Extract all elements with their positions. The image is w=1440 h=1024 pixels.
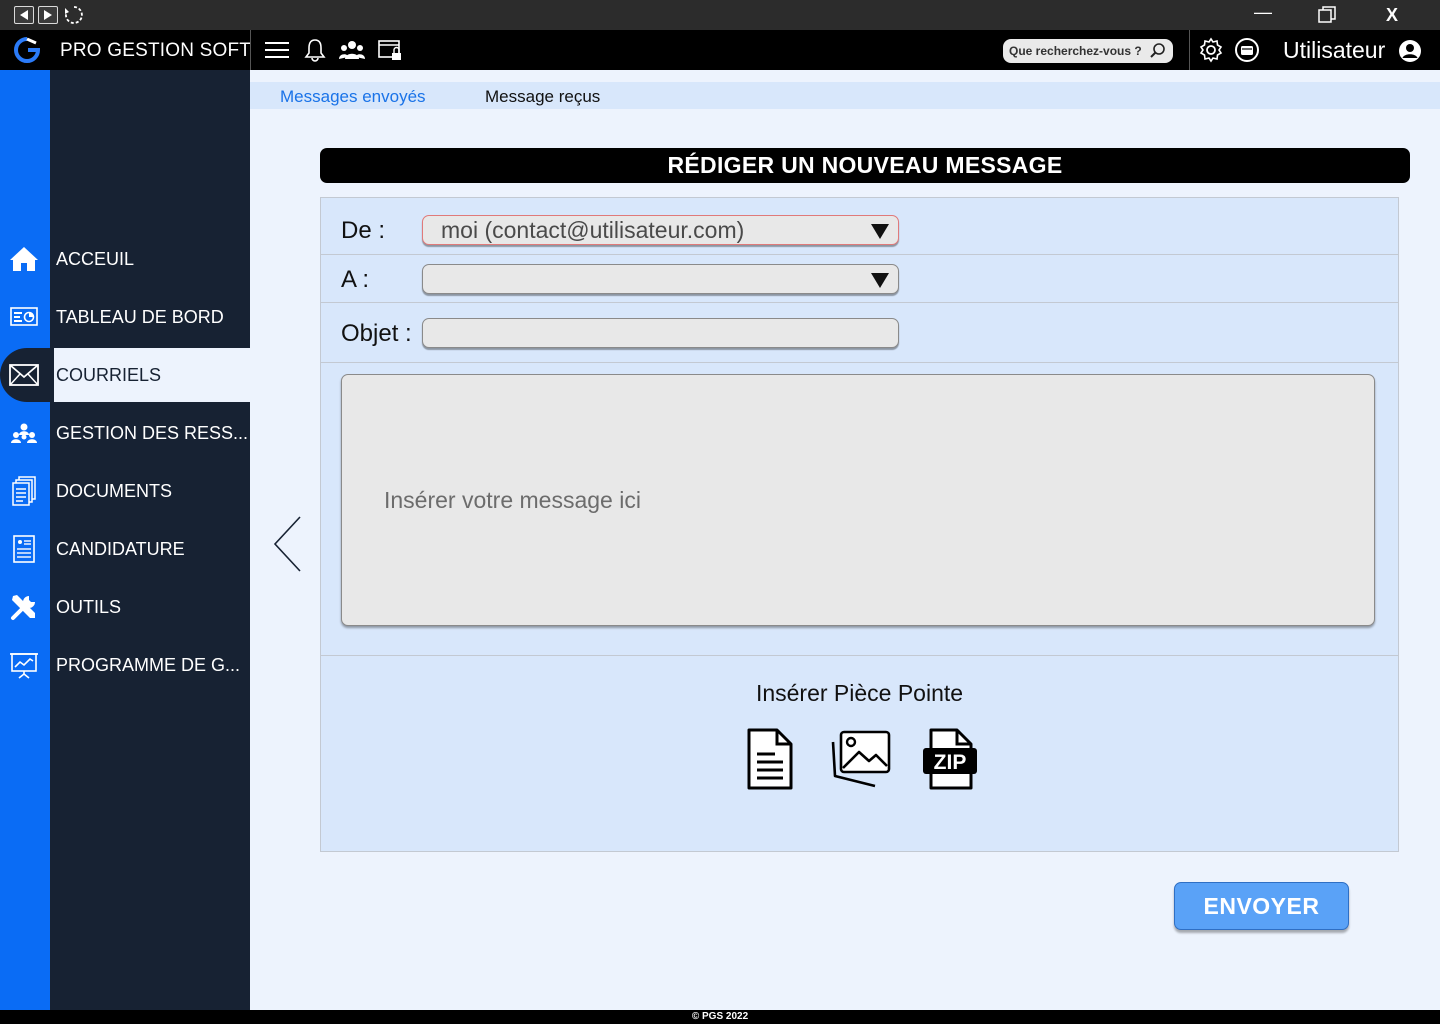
team-button[interactable] xyxy=(338,37,366,63)
sidebar-item-label: ACCEUIL xyxy=(56,249,135,269)
from-label: De : xyxy=(341,217,386,244)
mail-icon xyxy=(8,360,40,390)
attach-document-icon[interactable] xyxy=(741,728,797,790)
message-tabs: Messages envoyés Message reçus xyxy=(250,82,1440,109)
restore-window-button[interactable] xyxy=(1318,6,1336,24)
tools-icon xyxy=(8,592,40,622)
message-placeholder: Insérer votre message ici xyxy=(384,487,641,513)
sidebar-item-gestion-des-ressources[interactable]: GESTION DES RESS... xyxy=(0,406,250,460)
dashboard-icon xyxy=(8,302,40,332)
compose-form: De : moi (contact@utilisateur.com) A : O… xyxy=(320,197,1399,852)
search-input[interactable]: Que recherchez-vous ? xyxy=(1003,39,1173,63)
sidebar-item-outils[interactable]: OUTILS xyxy=(0,580,250,634)
settings-button[interactable] xyxy=(1197,37,1225,63)
sidebar-item-label: DOCUMENTS xyxy=(56,481,172,501)
back-chevron-icon[interactable] xyxy=(272,515,304,573)
sidebar-item-label: TABLEAU DE BORD xyxy=(56,307,224,327)
row-divider xyxy=(321,254,1398,255)
notifications-button[interactable] xyxy=(301,37,329,63)
from-select[interactable]: moi (contact@utilisateur.com) xyxy=(422,215,899,245)
sidebar-item-label: OUTILS xyxy=(56,597,122,617)
browser-lock-icon xyxy=(378,40,401,60)
user-avatar-icon[interactable] xyxy=(1398,39,1422,63)
user-name[interactable]: Utilisateur xyxy=(1283,37,1385,64)
row-divider xyxy=(321,655,1398,656)
to-select[interactable] xyxy=(422,264,899,294)
caret-down-icon xyxy=(871,224,889,239)
pgs-logo xyxy=(14,37,40,63)
sidebar-item-courriels[interactable]: COURRIELS xyxy=(0,348,250,402)
group-icon xyxy=(339,41,365,59)
footer-copyright: © PGS 2022 xyxy=(0,1010,1440,1024)
hamburger-icon xyxy=(265,42,289,58)
tab-messages-recus[interactable]: Message reçus xyxy=(485,87,600,107)
refresh-icon[interactable] xyxy=(64,5,84,25)
sidebar-item-programme[interactable]: PROGRAMME DE G... xyxy=(0,638,250,692)
forward-nav-button[interactable] xyxy=(38,6,58,24)
sidebar-item-label: GESTION DES RESS... xyxy=(56,423,249,443)
zip-label: ZIP xyxy=(934,751,967,774)
attach-zip-icon[interactable]: ZIP xyxy=(921,728,977,790)
subject-label: Objet : xyxy=(341,320,412,347)
attach-image-icon[interactable] xyxy=(829,728,893,790)
search-icon[interactable] xyxy=(1149,42,1167,60)
application-form-icon xyxy=(8,534,40,564)
wallet-icon xyxy=(1235,38,1259,62)
header-divider xyxy=(1189,30,1190,70)
message-textarea[interactable]: Insérer votre message ici xyxy=(341,374,1375,626)
sidebar-item-label: PROGRAMME DE G... xyxy=(56,655,241,675)
search-placeholder: Que recherchez-vous ? xyxy=(1009,44,1142,58)
menu-button[interactable] xyxy=(263,37,291,63)
presentation-chart-icon xyxy=(8,650,40,680)
sidebar-item-tableau-de-bord[interactable]: TABLEAU DE BORD xyxy=(0,290,250,344)
gear-icon xyxy=(1199,37,1223,63)
attach-title: Insérer Pièce Pointe xyxy=(755,680,964,706)
caret-down-icon xyxy=(871,273,889,288)
to-label: A : xyxy=(341,266,370,293)
sidebar-item-label: COURRIELS xyxy=(56,365,162,385)
send-button[interactable]: ENVOYER xyxy=(1174,882,1349,930)
compose-title: RÉDIGER UN NOUVEAU MESSAGE xyxy=(320,148,1410,183)
subject-input[interactable] xyxy=(422,318,899,348)
sidebar-item-documents[interactable]: DOCUMENTS xyxy=(0,464,250,518)
triangle-right-icon xyxy=(44,10,52,20)
close-window-button[interactable]: X xyxy=(1386,5,1398,26)
wallet-button[interactable] xyxy=(1233,37,1261,63)
bell-icon xyxy=(304,39,326,62)
sidebar-item-label: CANDIDATURE xyxy=(56,539,185,559)
tab-messages-envoyes[interactable]: Messages envoyés xyxy=(280,87,426,107)
app-name: PRO GESTION SOFT xyxy=(60,40,252,61)
header-divider xyxy=(250,30,251,70)
people-icon xyxy=(8,418,40,448)
back-nav-button[interactable] xyxy=(14,6,34,24)
minimize-button[interactable]: — xyxy=(1254,2,1272,23)
row-divider xyxy=(321,302,1398,303)
window-title-bar: — X xyxy=(0,0,1440,30)
app-header: PRO GESTION SOFT Que recherchez-vous ? U… xyxy=(0,30,1440,70)
sidebar-item-acceuil[interactable]: ACCEUIL xyxy=(0,232,250,286)
sidebar-item-candidature[interactable]: CANDIDATURE xyxy=(0,522,250,576)
triangle-left-icon xyxy=(20,10,28,20)
row-divider xyxy=(321,362,1398,363)
home-icon xyxy=(8,244,40,274)
secure-browser-button[interactable] xyxy=(376,37,404,63)
documents-icon xyxy=(8,476,40,506)
from-value: moi (contact@utilisateur.com) xyxy=(441,217,745,243)
